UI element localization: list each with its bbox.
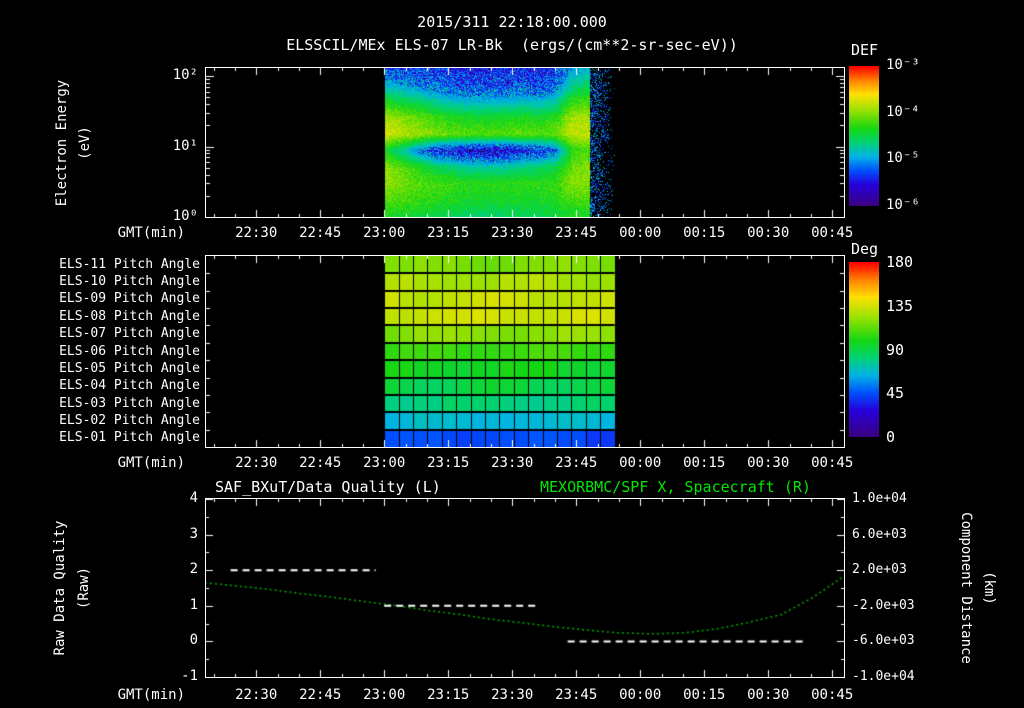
energy-tick-label: 10⁰ — [172, 208, 198, 224]
time-tick-label: 00:00 — [619, 455, 662, 471]
energy-tick-label: 10¹ — [172, 137, 198, 154]
time-tick-label: 22:30 — [235, 687, 278, 703]
time-tick-label: 00:15 — [683, 225, 726, 241]
spacecraft-title: MEXORBMC/SPF X, Spacecraft (R) — [540, 478, 811, 496]
def-colorbar-tick-label: 10⁻⁶ — [886, 197, 920, 213]
deg-colorbar-tick-label: 180 — [886, 253, 914, 271]
time-tick-label: 23:45 — [555, 225, 598, 241]
time-tick-label: 23:30 — [491, 455, 534, 471]
time-tick-label: 22:45 — [299, 687, 342, 703]
time-tick-label: 23:00 — [363, 455, 406, 471]
quality-tick-label: 4 — [189, 490, 198, 506]
quality-tick-label: -1 — [181, 668, 198, 684]
spectrogram-plot-area — [205, 67, 845, 218]
pitch-row-label: ELS-06 Pitch Angle — [59, 343, 200, 359]
time-tick-label: 00:15 — [683, 687, 726, 703]
time-tick-label: 00:30 — [747, 455, 790, 471]
deg-colorbar-tick-label: 0 — [886, 428, 896, 446]
deg-colorbar — [849, 262, 879, 437]
time-tick-label: 23:15 — [427, 687, 470, 703]
quality-ylabel-line1: Raw Data Quality — [52, 520, 68, 656]
def-colorbar — [849, 66, 879, 206]
pitch-row-label: ELS-04 Pitch Angle — [59, 378, 200, 394]
def-colorbar-tick-label: 10⁻⁵ — [886, 150, 920, 167]
time-tick-label: 23:45 — [555, 687, 598, 703]
quality-tick-label: 0 — [189, 632, 198, 649]
time-tick-label: 00:15 — [683, 455, 726, 471]
distance-tick-label: -6.0e+03 — [852, 633, 915, 649]
quality-tick-label: 2 — [189, 561, 198, 578]
time-tick-label: 22:30 — [235, 455, 278, 471]
time-tick-label: 23:30 — [491, 687, 534, 703]
pitch-row-label: ELS-10 Pitch Angle — [59, 274, 200, 290]
time-tick-label: 23:45 — [555, 455, 598, 471]
distance-tick-label: 1.0e+04 — [852, 491, 907, 506]
time-tick-label: 00:00 — [619, 687, 662, 703]
distance-tick-label: -2.0e+03 — [852, 597, 915, 613]
def-colorbar-title: DEF — [851, 41, 879, 59]
time-tick-label: 00:45 — [811, 225, 854, 241]
pitch-row-label: ELS-09 Pitch Angle — [59, 291, 200, 307]
deg-colorbar-tick-label: 45 — [886, 384, 905, 403]
gmt-axis-label: GMT(min) — [117, 225, 185, 241]
pitch-row-label: ELS-05 Pitch Angle — [59, 360, 200, 376]
time-axis-row-3: GMT(min) 22:30 22:45 23:00 23:15 23:30 23:45 00… — [0, 687, 1024, 705]
gmt-axis-label: GMT(min) — [117, 455, 185, 471]
pitch-angle-plot-area — [205, 255, 845, 448]
pitch-row-label: ELS-02 Pitch Angle — [59, 412, 200, 428]
time-tick-label: 00:45 — [811, 687, 854, 703]
time-tick-label: 22:30 — [235, 225, 278, 241]
time-tick-label: 22:45 — [299, 455, 342, 471]
quality-plot-area — [205, 498, 845, 678]
deg-colorbar-tick-label: 90 — [886, 340, 905, 359]
time-tick-label: 23:00 — [363, 687, 406, 703]
distance-tick-label: 2.0e+03 — [852, 562, 907, 578]
time-tick-label: 23:00 — [363, 225, 406, 241]
quality-title: SAF_BXuT/Data Quality (L) — [215, 478, 441, 496]
quality-canvas — [206, 499, 844, 677]
time-tick-label: 00:30 — [747, 687, 790, 703]
datetime-title: 2015/311 22:18:00.000 — [417, 13, 607, 31]
cdaweb-plot-page: 2015/311 22:18:00.000 ELSSCIL/MEx ELS-07… — [0, 0, 1024, 708]
pitch-angle-canvas — [206, 256, 844, 447]
def-colorbar-tick-label: 10⁻³ — [886, 57, 920, 73]
quality-tick-label: 1 — [189, 596, 198, 613]
deg-colorbar-tick-label: 135 — [886, 296, 914, 315]
gmt-axis-label: GMT(min) — [117, 687, 185, 703]
time-tick-label: 22:45 — [299, 225, 342, 241]
distance-ylabel-line2: (km) — [981, 571, 997, 605]
time-axis-row-1: GMT(min) 22:30 22:45 23:00 23:15 23:30 23:45 00… — [0, 225, 1024, 243]
energy-tick-label: 10² — [172, 67, 198, 84]
time-tick-label: 00:45 — [811, 455, 854, 471]
time-axis-row-2: GMT(min) 22:30 22:45 23:00 23:15 23:30 23:45 00… — [0, 455, 1024, 473]
pitch-row-label: ELS-01 Pitch Angle — [59, 430, 200, 446]
time-tick-label: 00:00 — [619, 225, 662, 241]
pitch-row-label: ELS-07 Pitch Angle — [59, 326, 200, 342]
spectrogram-canvas — [206, 68, 844, 217]
quality-ylabel-line2: (Raw) — [76, 566, 92, 610]
pitch-row-label: ELS-08 Pitch Angle — [59, 308, 200, 324]
pitch-row-label: ELS-03 Pitch Angle — [59, 395, 200, 411]
pitch-row-label: ELS-11 Pitch Angle — [59, 256, 200, 272]
quality-tick-label: 3 — [189, 525, 198, 542]
time-tick-label: 00:30 — [747, 225, 790, 241]
time-tick-label: 23:15 — [427, 225, 470, 241]
time-tick-label: 23:30 — [491, 225, 534, 241]
def-colorbar-tick-label: 10⁻⁴ — [886, 103, 920, 120]
time-tick-label: 23:15 — [427, 455, 470, 471]
distance-ylabel-line1: Component Distance — [958, 512, 974, 664]
distance-tick-label: -1.0e+04 — [852, 669, 915, 684]
distance-tick-label: 6.0e+03 — [852, 526, 907, 542]
